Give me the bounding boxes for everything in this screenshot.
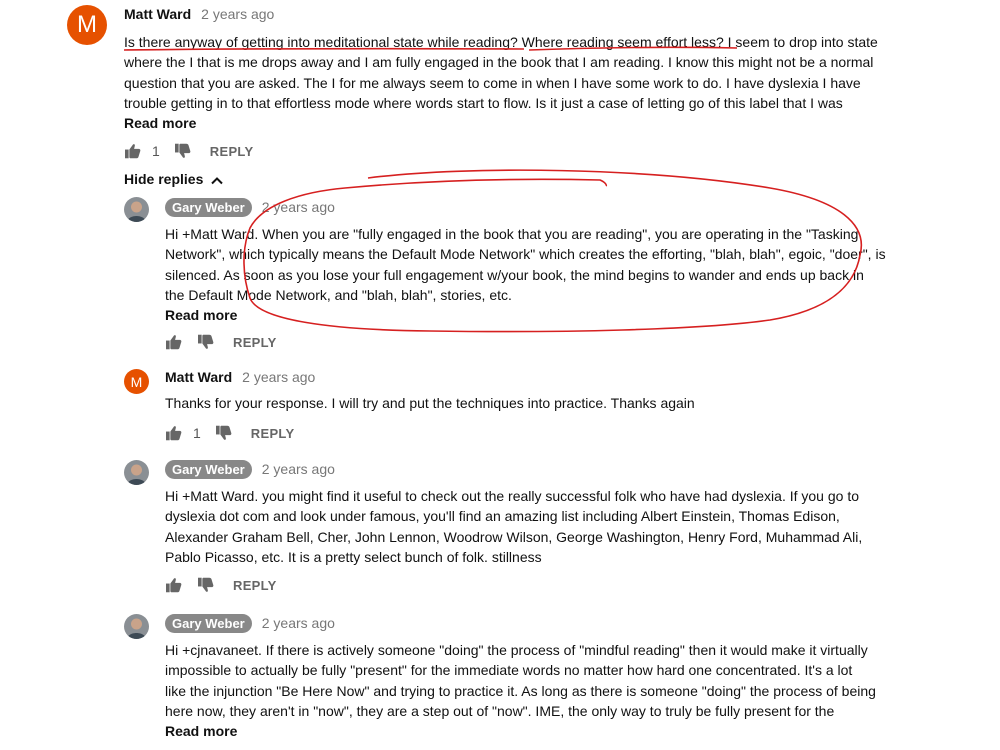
- comment: Matt Ward 2 years ago Is there anyway of …: [124, 6, 984, 159]
- comment-line: Alexander Graham Bell, Cher, John Lennon…: [165, 528, 863, 545]
- avatar[interactable]: [124, 460, 149, 485]
- thumbs-up-icon[interactable]: [165, 577, 183, 593]
- avatar-photo-icon: [124, 460, 149, 485]
- comment-text: Is there anyway of getting into meditati…: [124, 32, 984, 113]
- comment-actions: 1 REPLY: [124, 143, 984, 159]
- comment-line: Network", which typically means the Defa…: [165, 246, 886, 263]
- thumbs-up-icon[interactable]: [124, 143, 142, 159]
- read-more-link[interactable]: Read more: [124, 113, 984, 133]
- reply-button[interactable]: REPLY: [251, 426, 295, 441]
- comment-actions: 1 REPLY: [165, 425, 955, 441]
- author-name[interactable]: Gary Weber: [165, 614, 252, 633]
- chevron-up-icon: [211, 176, 223, 185]
- comment-line: Hi +Matt Ward. you might find it useful …: [165, 488, 859, 504]
- avatar[interactable]: [124, 197, 149, 222]
- reply-comment: Gary Weber 2 years ago Hi +Matt Ward. you…: [165, 460, 955, 593]
- comment-header: Gary Weber 2 years ago: [165, 460, 955, 479]
- comment-line: where the I that is me drops away and I …: [124, 54, 874, 71]
- reply-button[interactable]: REPLY: [233, 335, 277, 350]
- comment-line: silenced. As soon as you lose your full …: [165, 266, 864, 283]
- comment-line: Hi +Matt Ward. When you are "fully engag…: [165, 226, 859, 242]
- comment-text: Thanks for your response. I will try and…: [165, 393, 955, 413]
- read-more-link[interactable]: Read more: [165, 305, 955, 325]
- comment-line: trouble getting in to that effortless mo…: [124, 94, 843, 111]
- thumbs-down-icon[interactable]: [215, 425, 233, 441]
- timestamp[interactable]: 2 years ago: [262, 199, 335, 215]
- comment-actions: REPLY: [165, 577, 955, 593]
- thumbs-down-icon[interactable]: [197, 577, 215, 593]
- timestamp[interactable]: 2 years ago: [201, 6, 274, 22]
- author-name[interactable]: Matt Ward: [124, 6, 191, 22]
- comment-line: question that you are asked. The I for m…: [124, 74, 861, 91]
- comment-line: Thanks for your response. I will try and…: [165, 395, 695, 411]
- avatar-photo-icon: [124, 614, 149, 639]
- author-name[interactable]: Gary Weber: [165, 198, 252, 217]
- comment-line: the Default Mode Network, and "blah, bla…: [165, 286, 512, 303]
- reply-comment: Gary Weber 2 years ago Hi +cjnavaneet. If…: [165, 614, 955, 741]
- avatar[interactable]: M: [67, 5, 107, 45]
- comment-actions: REPLY: [165, 334, 955, 350]
- comment-line: here now, they aren't in "now", they are…: [165, 702, 835, 719]
- comment-line: Pablo Picasso, etc. It is a pretty selec…: [165, 548, 542, 565]
- comment-text: Hi +Matt Ward. When you are "fully engag…: [165, 224, 955, 305]
- comment-text: Hi +Matt Ward. you might find it useful …: [165, 486, 955, 567]
- avatar[interactable]: [124, 614, 149, 639]
- avatar-photo-icon: [124, 197, 149, 222]
- thumbs-up-icon[interactable]: [165, 334, 183, 350]
- hide-replies-label: Hide replies: [124, 171, 204, 187]
- comment-header: Matt Ward 2 years ago: [165, 369, 955, 387]
- timestamp[interactable]: 2 years ago: [262, 461, 335, 477]
- author-name[interactable]: Matt Ward: [165, 369, 232, 385]
- read-more-link[interactable]: Read more: [165, 721, 955, 741]
- like-count: 1: [152, 143, 160, 160]
- thumbs-up-icon[interactable]: [165, 425, 183, 441]
- comment-header: Gary Weber 2 years ago: [165, 614, 955, 633]
- comment-line: like the injunction "Be Here Now" and tr…: [165, 682, 876, 699]
- comment-line: Hi +cjnavaneet. If there is actively som…: [165, 642, 868, 658]
- thumbs-down-icon[interactable]: [174, 143, 192, 159]
- timestamp[interactable]: 2 years ago: [242, 369, 315, 385]
- reply-comment: Gary Weber 2 years ago Hi +Matt Ward. Whe…: [165, 198, 955, 350]
- comment-header: Gary Weber 2 years ago: [165, 198, 955, 217]
- author-name[interactable]: Gary Weber: [165, 460, 252, 479]
- timestamp[interactable]: 2 years ago: [262, 615, 335, 631]
- like-count: 1: [193, 425, 201, 442]
- reply-comment: Matt Ward 2 years ago Thanks for your res…: [165, 369, 955, 441]
- comment-line: impossible to actually be fully "present…: [165, 662, 853, 679]
- thumbs-down-icon[interactable]: [197, 334, 215, 350]
- avatar[interactable]: M: [124, 369, 149, 394]
- reply-button[interactable]: REPLY: [233, 578, 277, 593]
- reply-button[interactable]: REPLY: [210, 144, 254, 159]
- comment-text: Hi +cjnavaneet. If there is actively som…: [165, 640, 955, 721]
- comment-line: dyslexia dot com and look under famous, …: [165, 508, 840, 525]
- comment-line: Is there anyway of getting into meditati…: [124, 34, 878, 50]
- hide-replies-button[interactable]: Hide replies: [124, 171, 223, 187]
- comment-header: Matt Ward 2 years ago: [124, 6, 984, 24]
